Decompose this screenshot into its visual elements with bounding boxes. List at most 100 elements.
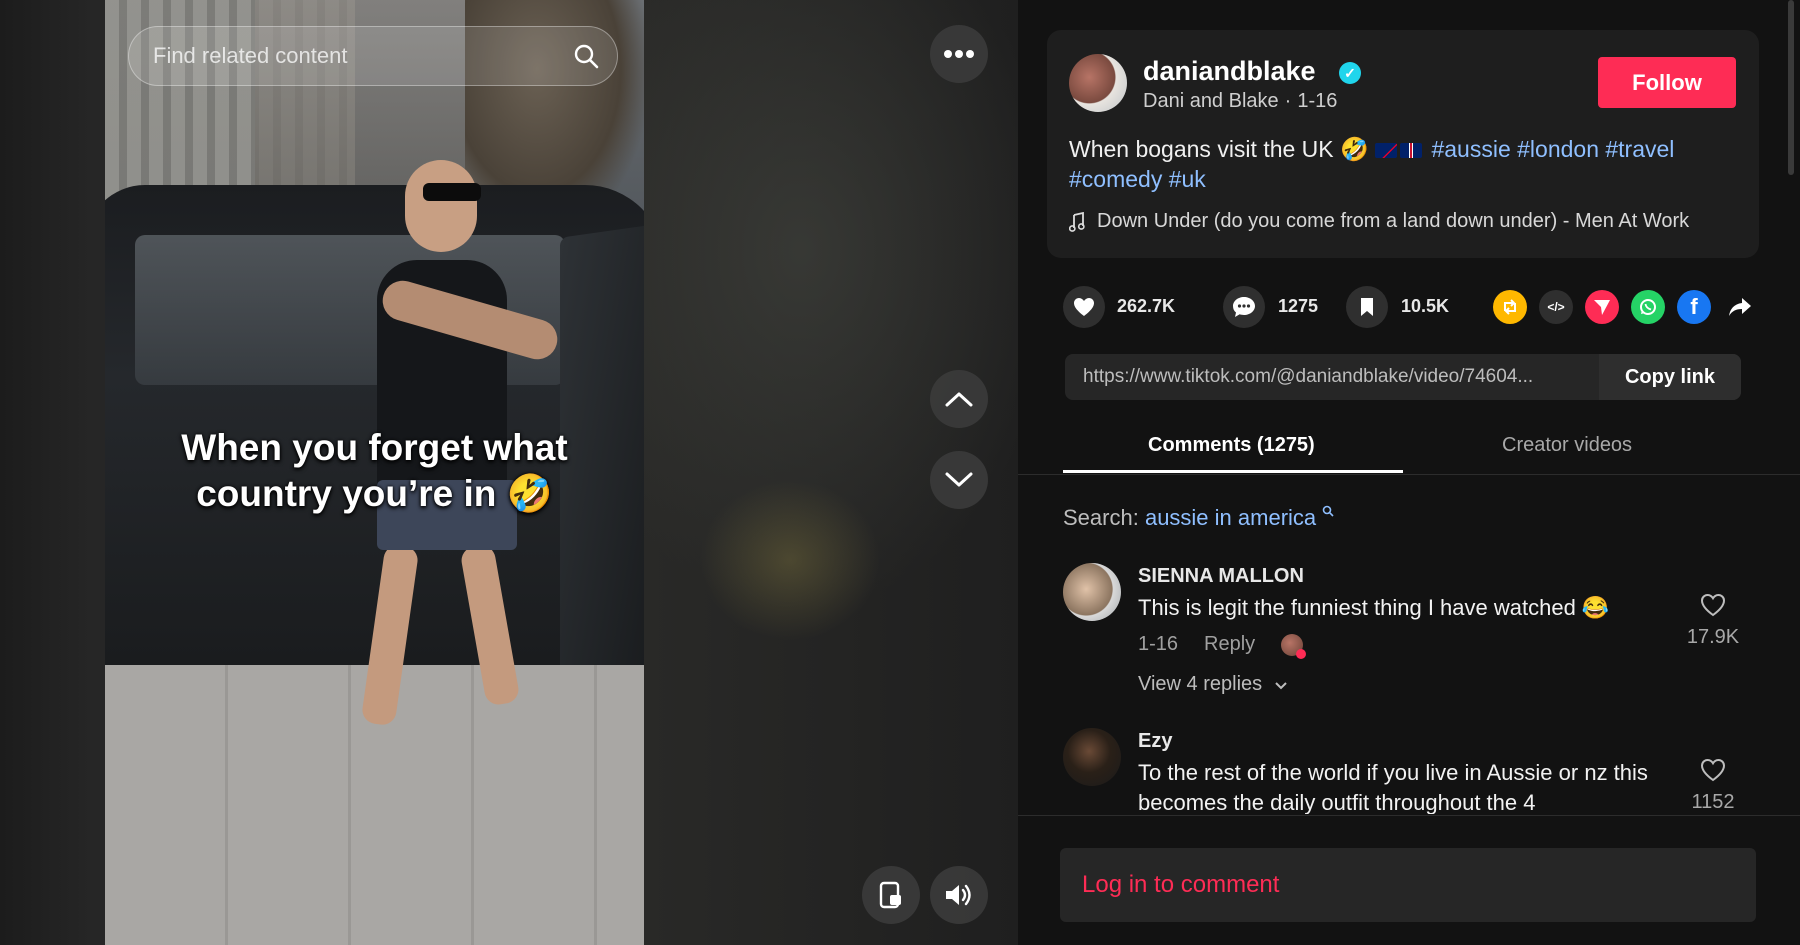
- heart-icon: [1074, 298, 1094, 316]
- creator-liked-avatar: [1281, 633, 1307, 659]
- picture-in-picture-icon: [879, 881, 901, 909]
- commenter-name[interactable]: SIENNA MALLON: [1138, 565, 1304, 588]
- music-note-icon: [1069, 211, 1085, 232]
- more-dots-icon: [944, 50, 974, 58]
- more-share-button[interactable]: [1723, 290, 1757, 324]
- creator-avatar[interactable]: [1069, 54, 1127, 112]
- comment-text: This is legit the funniest thing I have …: [1138, 595, 1610, 620]
- share-link-box: https://www.tiktok.com/@daniandblake/vid…: [1065, 354, 1741, 400]
- commenter-avatar[interactable]: [1063, 563, 1121, 621]
- follow-button[interactable]: Follow: [1598, 57, 1736, 108]
- like-button[interactable]: [1063, 286, 1105, 328]
- search-icon[interactable]: [573, 43, 599, 69]
- find-related-input[interactable]: [151, 42, 573, 70]
- find-related-search[interactable]: [128, 26, 618, 86]
- comment-like-count: 1152: [1691, 791, 1735, 813]
- details-panel: daniandblake ✓ Dani and Blake · 1-16 Fol…: [1018, 0, 1800, 945]
- hashtag-link[interactable]: #london: [1517, 136, 1599, 162]
- comment-login-box[interactable]: Log in to comment: [1060, 848, 1756, 922]
- sunglasses: [423, 183, 481, 201]
- panel-tabs: Comments (1275) Creator videos: [1018, 420, 1800, 475]
- video-stage: When you forget what country you’re in 🤣: [0, 0, 1018, 945]
- reply-button[interactable]: Reply: [1204, 633, 1255, 656]
- person-head: [405, 160, 477, 252]
- previous-video-button[interactable]: [930, 370, 988, 428]
- embed-button[interactable]: </>: [1539, 290, 1573, 324]
- paper-plane-icon: [1594, 300, 1610, 315]
- whatsapp-share-button[interactable]: [1631, 290, 1665, 324]
- hashtag-link[interactable]: #aussie: [1431, 136, 1510, 162]
- heart-badge-icon: [1296, 648, 1307, 659]
- video-caption-overlay: When you forget what country you’re in 🤣: [105, 425, 644, 517]
- share-link-text[interactable]: https://www.tiktok.com/@daniandblake/vid…: [1083, 366, 1593, 388]
- login-to-comment-link[interactable]: Log in to comment: [1082, 871, 1279, 899]
- comment-count: 1275: [1278, 296, 1319, 316]
- post-info-card: daniandblake ✓ Dani and Blake · 1-16 Fol…: [1047, 30, 1759, 258]
- tab-comments[interactable]: Comments (1275): [1148, 434, 1315, 457]
- active-tab-indicator: [1063, 470, 1403, 473]
- action-bar: 262.7K 1275 10.5K </> f: [1063, 282, 1763, 332]
- post-date: 1-16: [1297, 90, 1338, 112]
- creator-username[interactable]: daniandblake: [1143, 56, 1316, 87]
- floating-player-button[interactable]: [862, 866, 920, 924]
- like-count: 262.7K: [1117, 296, 1176, 316]
- search-icon[interactable]: [1322, 505, 1334, 517]
- comment-item: SIENNA MALLON This is legit the funniest…: [1063, 563, 1763, 713]
- heart-outline-icon: [1700, 758, 1726, 782]
- uk-flag-icon: [1400, 143, 1423, 159]
- chevron-down-icon: [1274, 682, 1287, 690]
- comment-meta: 1-16 Reply: [1138, 633, 1307, 659]
- send-to-friends-button[interactable]: [1585, 290, 1619, 324]
- music-title: Down Under (do you come from a land down…: [1097, 210, 1690, 232]
- post-description: When bogans visit the UK 🤣 #aussie #lond…: [1069, 134, 1729, 194]
- verified-badge-icon: ✓: [1339, 62, 1361, 84]
- description-text: When bogans visit the UK 🤣: [1069, 136, 1369, 162]
- facebook-share-button[interactable]: f: [1677, 290, 1711, 324]
- search-term-link[interactable]: aussie in america: [1145, 505, 1316, 530]
- save-button[interactable]: [1346, 286, 1388, 328]
- comment-date: 1-16: [1138, 633, 1179, 655]
- commenter-avatar[interactable]: [1063, 728, 1121, 786]
- copy-link-button[interactable]: Copy link: [1599, 354, 1741, 400]
- more-options-button[interactable]: [930, 25, 988, 83]
- chevron-down-icon: [945, 472, 973, 487]
- comment-bubble-icon: [1233, 297, 1255, 317]
- comment-like[interactable]: 1152: [1683, 758, 1743, 814]
- commenter-name[interactable]: Ezy: [1138, 730, 1172, 753]
- creator-subline: Dani and Blake · 1-16: [1143, 90, 1337, 113]
- separator-dot: ·: [1284, 90, 1292, 112]
- facebook-icon: f: [1690, 294, 1698, 319]
- speaker-icon: [946, 884, 971, 906]
- embed-code-icon: </>: [1547, 300, 1565, 314]
- comment-like[interactable]: 17.9K: [1683, 593, 1743, 649]
- share-arrow-icon: [1729, 298, 1751, 316]
- heart-outline-icon: [1700, 593, 1726, 617]
- comment-button[interactable]: [1223, 286, 1265, 328]
- comment-item: Ezy To the rest of the world if you live…: [1063, 728, 1763, 814]
- search-prefix: Search:: [1063, 505, 1139, 530]
- australia-flag-icon: [1375, 143, 1398, 159]
- bookmark-icon: [1361, 298, 1373, 316]
- creator-display-name: Dani and Blake: [1143, 90, 1279, 112]
- hashtag-link[interactable]: #travel: [1605, 136, 1674, 162]
- panel-scrollbar[interactable]: [1788, 0, 1794, 175]
- view-replies-button[interactable]: View 4 replies: [1138, 673, 1288, 696]
- comment-text: To the rest of the world if you live in …: [1138, 760, 1648, 814]
- next-video-button[interactable]: [930, 451, 988, 509]
- hashtag-link[interactable]: #comedy: [1069, 166, 1162, 192]
- divider: [1018, 815, 1800, 816]
- repost-icon: [1504, 299, 1516, 315]
- hashtag-link[interactable]: #uk: [1169, 166, 1206, 192]
- comment-search-suggestion: Search: aussie in america: [1063, 505, 1334, 531]
- volume-button[interactable]: [930, 866, 988, 924]
- caption-line: country you’re in 🤣: [196, 473, 553, 514]
- comment-like-count: 17.9K: [1686, 626, 1740, 648]
- whatsapp-icon: [1640, 299, 1656, 315]
- chevron-up-icon: [945, 392, 973, 407]
- tab-creator-videos[interactable]: Creator videos: [1502, 434, 1632, 457]
- save-count: 10.5K: [1401, 296, 1450, 316]
- repost-button[interactable]: [1493, 290, 1527, 324]
- caption-line: When you forget what: [181, 427, 568, 468]
- music-link[interactable]: Down Under (do you come from a land down…: [1069, 210, 1689, 233]
- view-replies-label: View 4 replies: [1138, 673, 1263, 695]
